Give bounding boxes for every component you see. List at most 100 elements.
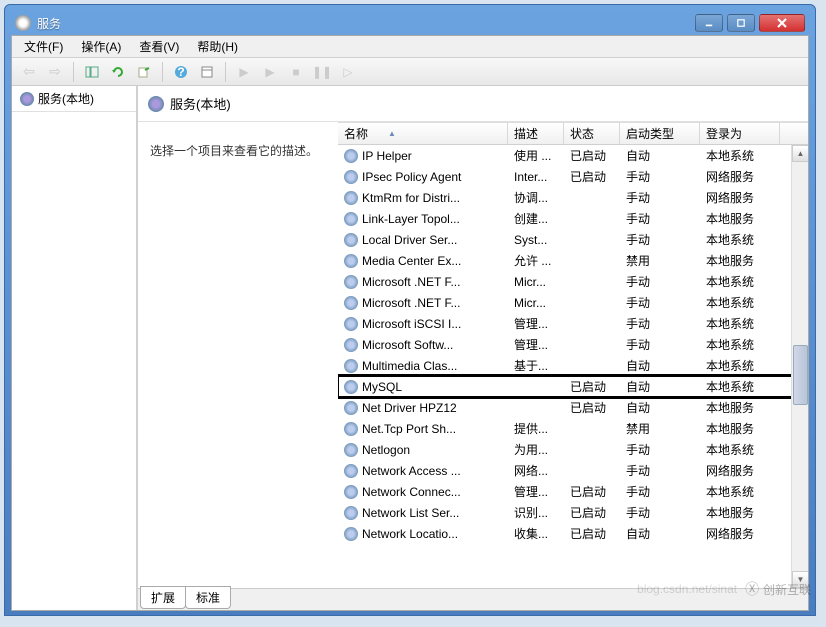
service-name: MySQL: [362, 380, 402, 394]
menu-file[interactable]: 文件(F): [16, 36, 71, 57]
separator: [73, 62, 74, 82]
service-name: Media Center Ex...: [362, 254, 461, 268]
column-status[interactable]: 状态: [564, 123, 620, 144]
watermark: blog.csdn.net/sinat Ⓧ 创新互联: [637, 579, 811, 599]
service-status: [564, 364, 620, 368]
service-icon: [344, 191, 358, 205]
service-desc: 收集...: [508, 523, 564, 544]
service-startup: 自动: [620, 355, 700, 376]
service-icon: [344, 422, 358, 436]
service-row[interactable]: Net.Tcp Port Sh... 提供... 禁用 本地服务: [338, 418, 808, 439]
show-hide-button[interactable]: [81, 61, 103, 83]
service-desc: 管理...: [508, 481, 564, 502]
tab-extended[interactable]: 扩展: [140, 586, 186, 609]
column-startup-type[interactable]: 启动类型: [620, 123, 700, 144]
service-icon: [344, 506, 358, 520]
service-status: 已启动: [564, 397, 620, 418]
service-startup: 自动: [620, 376, 700, 397]
service-status: [564, 301, 620, 305]
service-row[interactable]: IP Helper 使用 ... 已启动 自动 本地系统: [338, 145, 808, 166]
service-logon: 本地系统: [700, 271, 780, 292]
service-status: [564, 280, 620, 284]
services-window: 服务 文件(F) 操作(A) 查看(V) 帮助(H) ⇦ ⇨ ? ▶: [4, 4, 816, 616]
service-name: Link-Layer Topol...: [362, 212, 460, 226]
service-row[interactable]: Multimedia Clas... 基于... 自动 本地系统: [338, 355, 808, 376]
service-logon: 本地系统: [700, 376, 780, 397]
service-row[interactable]: Local Driver Ser... Syst... 手动 本地系统: [338, 229, 808, 250]
service-status: [564, 217, 620, 221]
service-row[interactable]: Media Center Ex... 允许 ... 禁用 本地服务: [338, 250, 808, 271]
service-logon: 网络服务: [700, 523, 780, 544]
service-desc: 允许 ...: [508, 250, 564, 271]
service-name: Microsoft iSCSI I...: [362, 317, 461, 331]
forward-button[interactable]: ⇨: [44, 61, 66, 83]
close-button[interactable]: [759, 14, 805, 32]
export-button[interactable]: [133, 61, 155, 83]
service-row[interactable]: MySQL 已启动 自动 本地系统: [338, 376, 808, 397]
service-name: IP Helper: [362, 149, 412, 163]
service-row[interactable]: KtmRm for Distri... 协调... 手动 网络服务: [338, 187, 808, 208]
service-startup: 自动: [620, 397, 700, 418]
titlebar[interactable]: 服务: [11, 11, 809, 35]
service-row[interactable]: Microsoft .NET F... Micr... 手动 本地系统: [338, 292, 808, 313]
tab-standard[interactable]: 标准: [185, 586, 231, 609]
maximize-button[interactable]: [727, 14, 755, 32]
scroll-thumb[interactable]: [793, 345, 808, 405]
scroll-up-button[interactable]: ▲: [792, 145, 808, 162]
service-row[interactable]: Network List Ser... 识别... 已启动 手动 本地服务: [338, 502, 808, 523]
service-status: 已启动: [564, 523, 620, 544]
service-startup: 手动: [620, 481, 700, 502]
service-startup: 手动: [620, 439, 700, 460]
restart-button[interactable]: ▶: [259, 61, 281, 83]
service-row[interactable]: Netlogon 为用... 手动 本地系统: [338, 439, 808, 460]
stop-button[interactable]: ■: [285, 61, 307, 83]
service-desc: 网络...: [508, 460, 564, 481]
left-tree-panel: 服务(本地): [12, 86, 138, 610]
pause-button[interactable]: ❚❚: [311, 61, 333, 83]
service-desc: 使用 ...: [508, 145, 564, 166]
menu-action[interactable]: 操作(A): [73, 36, 129, 57]
list-body[interactable]: IP Helper 使用 ... 已启动 自动 本地系统 IPsec Polic…: [338, 145, 808, 588]
service-name: Netlogon: [362, 443, 410, 457]
minimize-button[interactable]: [695, 14, 723, 32]
service-startup: 禁用: [620, 250, 700, 271]
service-icon: [344, 338, 358, 352]
service-row[interactable]: Microsoft Softw... 管理... 手动 本地系统: [338, 334, 808, 355]
service-logon: 本地服务: [700, 208, 780, 229]
back-button[interactable]: ⇦: [18, 61, 40, 83]
service-row[interactable]: Network Locatio... 收集... 已启动 自动 网络服务: [338, 523, 808, 544]
column-logon-as[interactable]: 登录为: [700, 123, 780, 144]
window-title: 服务: [37, 15, 61, 32]
service-row[interactable]: Network Access ... 网络... 手动 网络服务: [338, 460, 808, 481]
help-button[interactable]: ?: [170, 61, 192, 83]
service-row[interactable]: Link-Layer Topol... 创建... 手动 本地服务: [338, 208, 808, 229]
service-desc: Syst...: [508, 231, 564, 249]
refresh-button[interactable]: [107, 61, 129, 83]
service-row[interactable]: Microsoft .NET F... Micr... 手动 本地系统: [338, 271, 808, 292]
svg-text:?: ?: [177, 65, 184, 79]
properties-button[interactable]: [196, 61, 218, 83]
service-name: Net.Tcp Port Sh...: [362, 422, 456, 436]
column-name[interactable]: 名称▲: [338, 123, 508, 144]
service-name: Microsoft .NET F...: [362, 296, 460, 310]
service-icon: [344, 317, 358, 331]
service-row[interactable]: Net Driver HPZ12 已启动 自动 本地服务: [338, 397, 808, 418]
list-header: 名称▲ 描述 状态 启动类型 登录为: [338, 123, 808, 145]
service-row[interactable]: IPsec Policy Agent Inter... 已启动 手动 网络服务: [338, 166, 808, 187]
vertical-scrollbar[interactable]: ▲ ▼: [791, 145, 808, 588]
service-row[interactable]: Network Connec... 管理... 已启动 手动 本地系统: [338, 481, 808, 502]
start-button[interactable]: ▶: [233, 61, 255, 83]
menu-help[interactable]: 帮助(H): [189, 36, 246, 57]
service-icon: [344, 401, 358, 415]
resume-button[interactable]: ▷: [337, 61, 359, 83]
gear-icon: [148, 96, 164, 112]
service-row[interactable]: Microsoft iSCSI I... 管理... 手动 本地系统: [338, 313, 808, 334]
service-status: 已启动: [564, 481, 620, 502]
menu-view[interactable]: 查看(V): [131, 36, 187, 57]
column-description[interactable]: 描述: [508, 123, 564, 144]
service-startup: 自动: [620, 523, 700, 544]
service-logon: 本地系统: [700, 313, 780, 334]
service-startup: 手动: [620, 166, 700, 187]
service-icon: [344, 254, 358, 268]
tree-item-services[interactable]: 服务(本地): [12, 86, 136, 112]
